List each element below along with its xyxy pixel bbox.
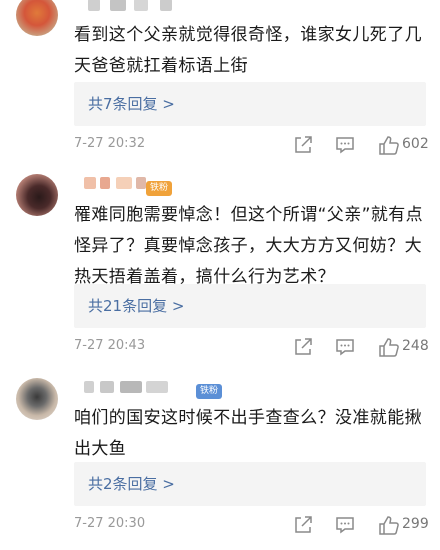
like-icon[interactable]	[378, 336, 400, 358]
comment-meta: 7-27 20:43 248	[74, 336, 432, 358]
share-icon[interactable]	[292, 336, 314, 358]
like-count: 602	[402, 136, 429, 152]
replies-link[interactable]: 共21条回复 >	[74, 284, 426, 328]
comment-meta: 7-27 20:32 602	[74, 134, 432, 156]
comment-icon[interactable]	[334, 336, 356, 358]
comment-icon[interactable]	[334, 514, 356, 536]
timestamp: 7-27 20:43	[74, 338, 146, 353]
fan-badge: 铁粉	[146, 181, 173, 196]
comment-text: 罹难同胞需要悼念！但这个所谓“父亲”就有点怪异了？真要悼念孩子，大大方方又何妨？…	[74, 205, 424, 287]
comment-text: 咱们的国安这时候不出手查查么？没准就能揪出大鱼	[74, 408, 422, 459]
like-icon[interactable]	[378, 134, 400, 156]
timestamp: 7-27 20:30	[74, 516, 146, 531]
share-icon[interactable]	[292, 134, 314, 156]
avatar[interactable]	[16, 378, 58, 420]
comment-icon[interactable]	[334, 134, 356, 156]
comment-text: 看到这个父亲就觉得很奇怪，谁家女儿死了几天爸爸就扛着标语上街	[74, 25, 422, 76]
fan-badge: 铁粉	[196, 384, 223, 399]
share-icon[interactable]	[292, 514, 314, 536]
replies-link[interactable]: 共7条回复 >	[74, 82, 426, 126]
avatar[interactable]	[16, 174, 58, 216]
like-count: 299	[402, 516, 429, 532]
like-count: 248	[402, 338, 429, 354]
timestamp: 7-27 20:32	[74, 136, 146, 151]
replies-link[interactable]: 共2条回复 >	[74, 462, 426, 506]
comment-meta: 7-27 20:30 299	[74, 514, 432, 536]
username-blurred[interactable]	[74, 378, 184, 396]
username-blurred[interactable]	[74, 0, 184, 14]
avatar[interactable]	[16, 0, 58, 36]
like-icon[interactable]	[378, 514, 400, 536]
